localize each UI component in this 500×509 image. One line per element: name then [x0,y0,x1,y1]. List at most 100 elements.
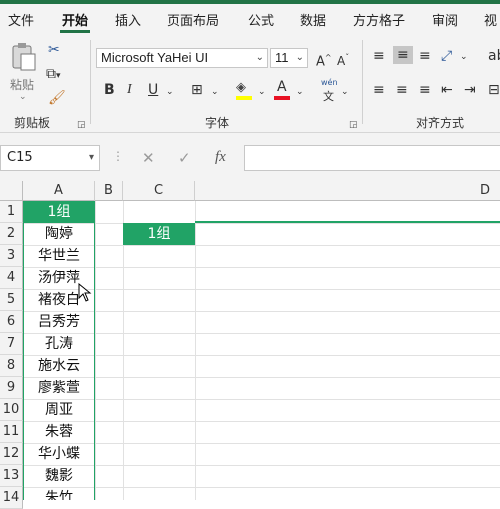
group-divider [90,40,91,124]
row-header[interactable]: 1 [0,201,23,223]
name-box-value: C15 [7,150,33,165]
font-size-value: 11 [275,50,289,65]
shrink-font-icon[interactable]: Aˇ [337,50,349,69]
fill-color-button[interactable]: ◈ [236,80,254,100]
row-header[interactable]: 8 [0,355,23,377]
font-size-select[interactable]: 11 ⌄ [270,48,308,68]
align-middle-icon[interactable]: ≡ [393,46,413,64]
column-header-b[interactable]: B [95,181,123,201]
chevron-down-icon[interactable]: ⌄ [460,49,468,65]
phonetic-guide-button[interactable]: wén 文 [320,78,340,103]
column-header-a[interactable]: A [23,181,95,201]
orientation-icon[interactable]: ⤢ [441,48,452,64]
cell-a11[interactable]: 朱蓉 [23,421,95,443]
chevron-down-icon[interactable]: ⌄ [166,84,174,100]
row-header[interactable]: 14 [0,487,23,509]
cancel-icon[interactable]: ✕ [142,149,155,167]
tab-insert[interactable]: 插入 [115,10,141,29]
tab-review[interactable]: 审阅 [432,10,458,29]
clipboard-group-label: 剪贴板 [14,116,51,130]
paste-button[interactable]: 粘贴 ⌄ [8,40,38,108]
cell-a13[interactable]: 魏影 [23,465,95,487]
row-header[interactable]: 3 [0,245,23,267]
enter-icon[interactable]: ✓ [178,149,191,167]
borders-icon[interactable]: ⊞ [191,82,203,98]
merge-center-icon[interactable]: ⊟ [488,82,500,98]
select-all-button[interactable] [0,181,23,201]
paste-label: 粘贴 [10,78,35,92]
row-header[interactable]: 11 [0,421,23,443]
align-right-icon[interactable]: ≡ [419,82,431,98]
row-header[interactable]: 12 [0,443,23,465]
align-center-icon[interactable]: ≡ [396,82,408,98]
paste-icon [12,43,36,71]
format-painter-icon[interactable]: 🖌 [48,90,66,106]
cell-a7[interactable]: 孔涛 [23,333,95,355]
tab-formulas[interactable]: 公式 [248,10,274,29]
row-header[interactable]: 4 [0,267,23,289]
increase-indent-icon[interactable]: ⇥ [464,82,476,98]
cell-c2[interactable]: 1组 [123,223,195,245]
tab-page-layout[interactable]: 页面布局 [167,10,219,29]
name-box[interactable]: C15 ▾ [0,145,100,171]
row-header[interactable]: 7 [0,333,23,355]
cell-a3[interactable]: 华世兰 [23,245,95,267]
dialog-launcher-icon[interactable]: ◲ [77,120,86,130]
row-header[interactable]: 10 [0,399,23,421]
dialog-launcher-icon[interactable]: ◲ [349,120,358,130]
chevron-down-icon[interactable]: ⌄ [341,84,349,100]
chevron-down-icon: ⌄ [255,52,264,63]
align-bottom-icon[interactable]: ≡ [419,48,431,64]
align-left-icon[interactable]: ≡ [373,82,385,98]
chevron-down-icon[interactable]: ⌄ [211,84,219,100]
cut-icon[interactable]: ✂ [48,42,60,58]
bold-icon[interactable]: B [104,82,115,98]
row-header[interactable]: 6 [0,311,23,333]
tab-home[interactable]: 开始 [62,10,88,29]
tab-view[interactable]: 视 [484,10,497,29]
mouse-cursor-icon [78,283,92,302]
copy-icon[interactable]: ⧉▾ [46,66,61,84]
row-header[interactable]: 5 [0,289,23,311]
chevron-down-icon[interactable]: ⌄ [296,84,304,100]
formula-input[interactable] [244,145,500,171]
tab-fangfang[interactable]: 方方格子 [353,10,405,29]
phonetic-bottom: 文 [323,90,334,103]
chevron-down-icon: ⌄ [295,52,304,63]
cell-a6[interactable]: 吕秀芳 [23,311,95,333]
tab-file[interactable]: 文件 [8,10,34,29]
font-name-select[interactable]: Microsoft YaHei UI ⌄ [96,48,268,68]
phonetic-top: wén [321,78,338,87]
cell-a1[interactable]: 1组 [23,201,95,223]
chevron-down-icon[interactable]: ⌄ [258,84,266,100]
row-header[interactable]: 13 [0,465,23,487]
row-header[interactable]: 9 [0,377,23,399]
row1-band [195,221,500,223]
spreadsheet-grid[interactable]: A B C D 1 2 3 4 5 6 7 8 9 10 11 12 13 14… [0,181,500,509]
cell-a14[interactable]: 朱竹 [23,487,95,500]
font-color-button[interactable]: A [274,79,292,100]
row-header[interactable]: 2 [0,223,23,245]
underline-icon[interactable]: U [148,82,158,98]
fill-bucket-icon: ◈ [236,80,246,95]
cell-a10[interactable]: 周亚 [23,399,95,421]
chevron-down-icon: ⌄ [19,92,27,102]
ribbon-tabs: 文件 开始 插入 页面布局 公式 数据 方方格子 审阅 视 [0,4,500,34]
column-header-c[interactable]: C [123,181,195,201]
font-group-label: 字体 [205,116,230,130]
wrap-text-icon[interactable]: ab [488,48,500,64]
grow-font-icon[interactable]: A^ [316,50,332,70]
decrease-indent-icon[interactable]: ⇤ [441,82,453,98]
formula-bar: C15 ▾ ⋮ ✕ ✓ fx [0,133,500,181]
italic-icon[interactable]: I [127,82,132,98]
cell-a9[interactable]: 廖紫萱 [23,377,95,399]
insert-function-icon[interactable]: fx [215,149,226,166]
more-options-icon: ⋮ [112,149,124,163]
column-header-d[interactable]: D [195,181,500,201]
font-color-icon: A [277,79,287,95]
cell-a2[interactable]: 陶婷 [23,223,95,245]
cell-a12[interactable]: 华小蝶 [23,443,95,465]
tab-data[interactable]: 数据 [300,10,326,29]
align-top-icon[interactable]: ≡ [373,48,385,64]
cell-a8[interactable]: 施水云 [23,355,95,377]
